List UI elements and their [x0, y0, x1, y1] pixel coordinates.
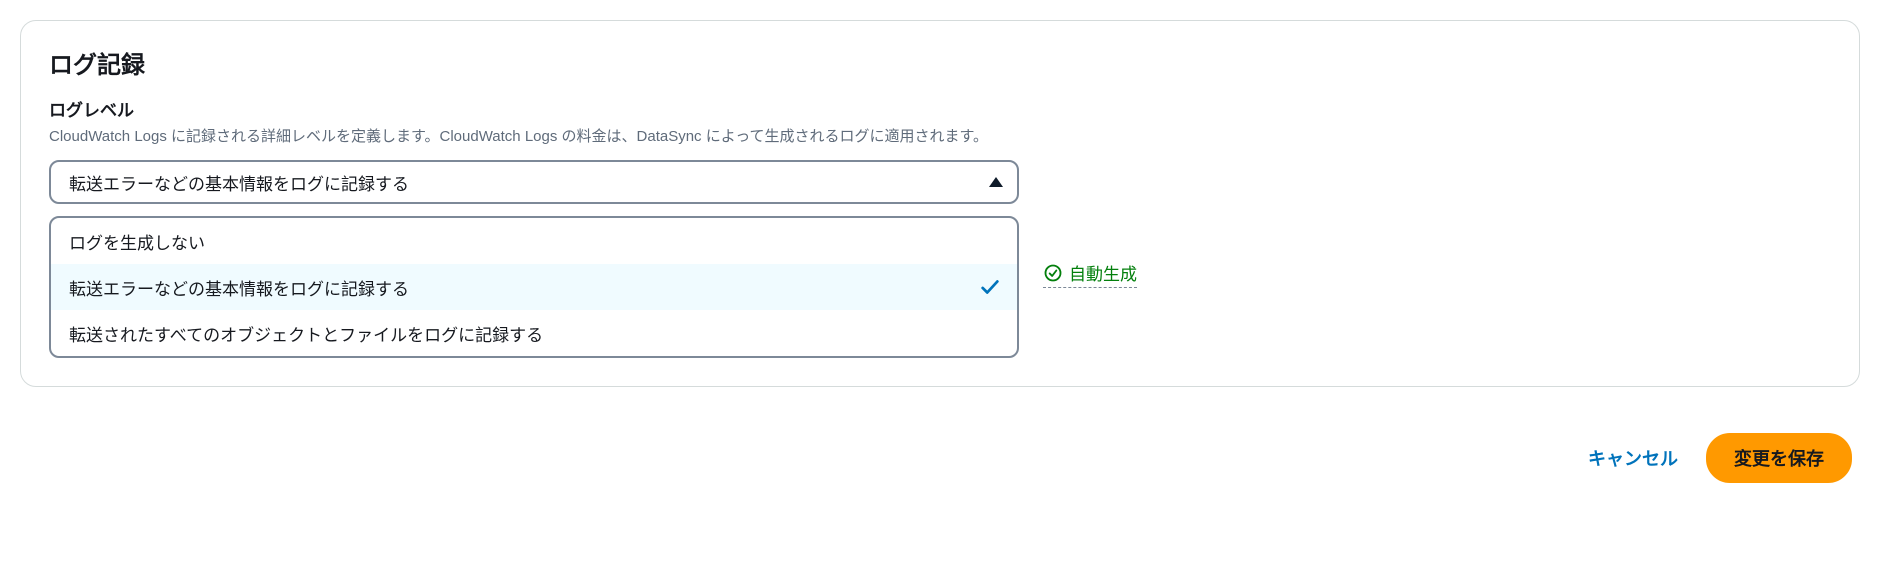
caret-up-icon — [989, 177, 1003, 187]
panel-title: ログ記録 — [49, 45, 1831, 80]
log-level-option[interactable]: 転送エラーなどの基本情報をログに記録する — [51, 264, 1017, 310]
log-level-select-wrap: 転送エラーなどの基本情報をログに記録する ログを生成しない 転送エラーなどの基本… — [49, 160, 1019, 358]
check-icon — [979, 276, 1001, 298]
option-label: 転送されたすべてのオブジェクトとファイルをログに記録する — [69, 321, 543, 346]
option-label: 転送エラーなどの基本情報をログに記録する — [69, 275, 409, 300]
auto-generate-label: 自動生成 — [1069, 260, 1137, 285]
success-check-circle-icon — [1043, 263, 1063, 283]
log-level-option[interactable]: ログを生成しない — [51, 218, 1017, 264]
actions-row: キャンセル 変更を保存 — [20, 433, 1860, 483]
cancel-button[interactable]: キャンセル — [1588, 445, 1678, 471]
log-level-option[interactable]: 転送されたすべてのオブジェクトとファイルをログに記録する — [51, 310, 1017, 356]
save-button[interactable]: 変更を保存 — [1706, 433, 1852, 483]
auto-generate-link[interactable]: 自動生成 — [1043, 260, 1137, 288]
log-level-select[interactable]: 転送エラーなどの基本情報をログに記録する — [49, 160, 1019, 204]
log-level-dropdown: ログを生成しない 転送エラーなどの基本情報をログに記録する 転送されたすべてのオ… — [49, 216, 1019, 358]
option-label: ログを生成しない — [69, 229, 205, 254]
log-level-description: CloudWatch Logs に記録される詳細レベルを定義します。CloudW… — [49, 125, 1831, 146]
log-level-select-value: 転送エラーなどの基本情報をログに記録する — [69, 170, 409, 195]
log-level-label: ログレベル — [49, 96, 1831, 121]
logging-panel: ログ記録 ログレベル CloudWatch Logs に記録される詳細レベルを定… — [20, 20, 1860, 387]
